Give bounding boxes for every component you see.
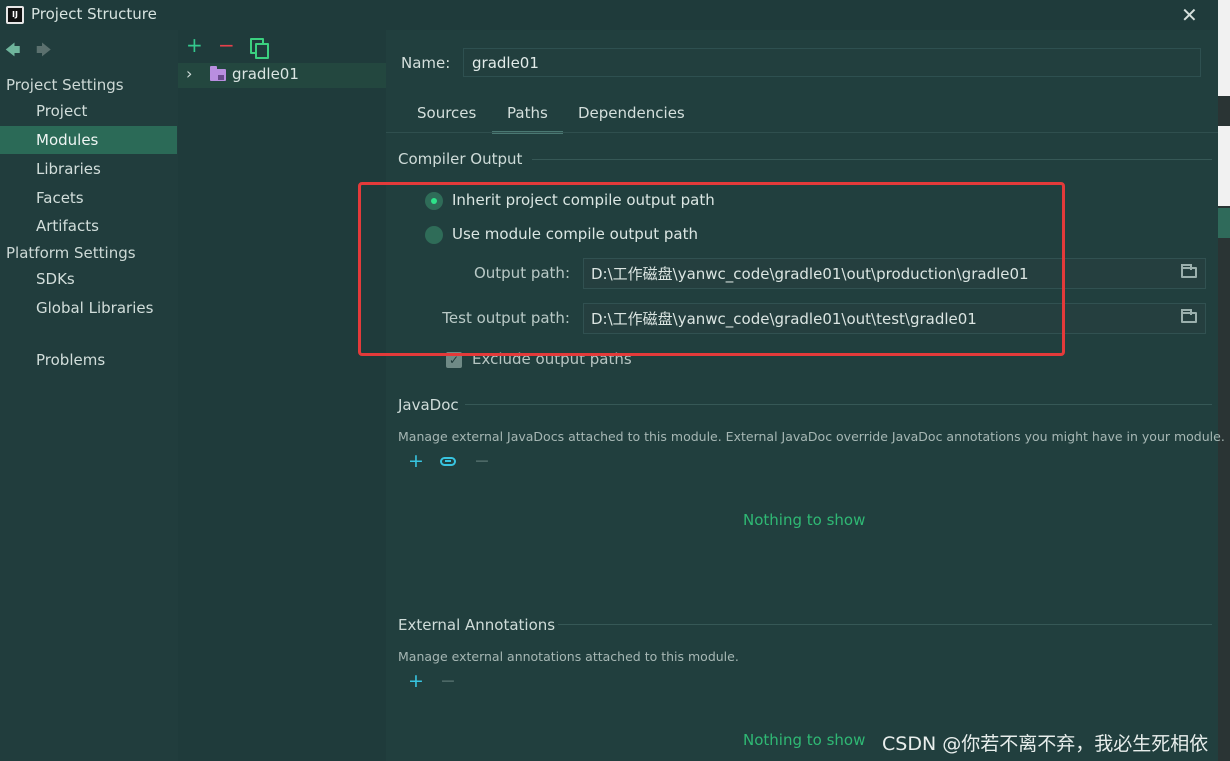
back-arrow-icon[interactable]: 🡄 (5, 40, 21, 65)
compiler-output-title: Compiler Output (398, 150, 523, 168)
javadoc-title: JavaDoc (398, 396, 459, 414)
sidebar-item-global-libraries[interactable]: Global Libraries (0, 294, 177, 322)
section-divider (558, 624, 1212, 625)
sidebar-item-facets[interactable]: Facets (0, 184, 177, 212)
tabs-divider (386, 132, 1218, 133)
remove-module-icon[interactable]: − (218, 34, 235, 56)
platform-settings-header: Platform Settings (6, 244, 136, 262)
sidebar-item-problems[interactable]: Problems (0, 346, 177, 374)
csdn-watermark: CSDN @你若不离不弃，我必生死相依 (882, 733, 1209, 755)
section-divider (465, 404, 1212, 405)
browse-folder-icon[interactable] (1181, 309, 1197, 323)
sidebar-item-libraries[interactable]: Libraries (0, 155, 177, 183)
close-button[interactable]: ✕ (1181, 3, 1198, 27)
project-settings-header: Project Settings (6, 76, 124, 94)
link-javadoc-icon[interactable] (440, 457, 456, 466)
section-divider (532, 159, 1212, 160)
copy-module-icon[interactable] (250, 38, 269, 59)
background-window-edge (1218, 0, 1230, 761)
module-tree-panel: + − › gradle01 (178, 30, 386, 761)
javadoc-description: Manage external JavaDocs attached to thi… (398, 429, 1225, 444)
forward-arrow-icon[interactable]: 🡆 (36, 40, 52, 65)
add-annotation-icon[interactable]: + (408, 671, 424, 691)
sidebar-item-sdks[interactable]: SDKs (0, 265, 177, 293)
tab-sources[interactable]: Sources (417, 104, 476, 131)
tab-paths[interactable]: Paths (492, 104, 563, 134)
module-folder-icon (210, 66, 226, 81)
module-name-label: Name: (401, 54, 451, 72)
module-toolbar: + − (178, 30, 386, 62)
tab-dependencies[interactable]: Dependencies (578, 104, 685, 131)
remove-javadoc-icon: − (474, 450, 490, 472)
sidebar-item-artifacts[interactable]: Artifacts (0, 212, 177, 240)
module-name-field[interactable] (463, 48, 1201, 77)
intellij-logo-icon: IJ (6, 6, 24, 24)
module-tree-label: gradle01 (232, 65, 299, 83)
remove-annotation-icon: − (440, 670, 456, 692)
title-bar: IJ Project Structure ✕ (0, 0, 1218, 30)
external-annotations-description: Manage external annotations attached to … (398, 649, 739, 664)
module-settings-panel: Name: Sources Paths Dependencies Compile… (358, 30, 1225, 761)
javadoc-empty-text: Nothing to show (743, 511, 866, 529)
add-module-icon[interactable]: + (186, 34, 203, 56)
external-annotations-title: External Annotations (398, 616, 556, 634)
settings-sidebar: 🡄 🡆 Project Settings Project Modules Lib… (0, 30, 177, 761)
add-javadoc-icon[interactable]: + (408, 451, 424, 471)
chevron-right-icon[interactable]: › (186, 64, 192, 83)
browse-folder-icon[interactable] (1181, 264, 1197, 278)
external-annotations-empty-text: Nothing to show (743, 731, 866, 749)
sidebar-item-project[interactable]: Project (0, 97, 177, 125)
annotation-highlight-box (358, 182, 1065, 356)
window-title: Project Structure (31, 5, 157, 23)
module-tree-item[interactable]: › gradle01 (178, 63, 386, 88)
sidebar-item-modules[interactable]: Modules (0, 126, 177, 154)
